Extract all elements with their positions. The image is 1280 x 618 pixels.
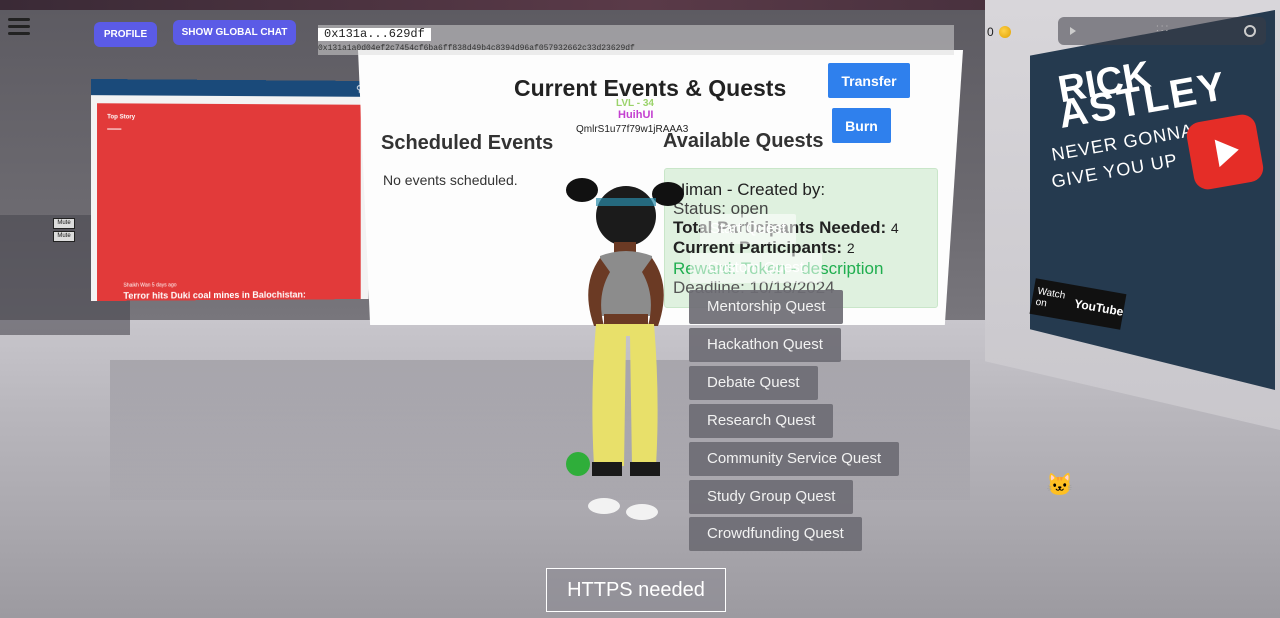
study-group-quest-button[interactable]: Study Group Quest — [689, 480, 854, 514]
custom-quest-button[interactable]: Custom Quest — [690, 253, 822, 283]
cat-sticker-icon: 🐱 — [1046, 472, 1074, 497]
mentorship-quest-button[interactable]: Mentorship Quest — [689, 290, 844, 324]
floor-reflection — [110, 360, 970, 500]
watch-on-label: Watch on — [1034, 285, 1067, 310]
show-global-chat-button[interactable]: SHOW GLOBAL CHAT — [173, 20, 296, 45]
https-notice: HTTPS needed — [546, 568, 726, 612]
media-toolbar[interactable]: ::: — [1058, 17, 1266, 45]
coin-counter: 0 — [987, 25, 1011, 39]
news-panel[interactable]: ⚲ Top Story Shaikh Wan 5 days ago Terror… — [90, 78, 375, 302]
menu-icon-bar — [8, 18, 30, 21]
coin-icon — [998, 26, 1011, 38]
debate-quest-button[interactable]: Debate Quest — [689, 366, 818, 400]
research-quest-button[interactable]: Research Quest — [689, 404, 834, 438]
mute-button-2[interactable]: Mute — [53, 231, 75, 242]
news-headline[interactable]: Terror hits Duki coal mines in Balochist… — [123, 290, 306, 301]
news-top-story-card[interactable]: Top Story Shaikh Wan 5 days ago Terror h… — [97, 103, 361, 301]
transfer-button[interactable]: Transfer — [828, 63, 910, 98]
community-service-quest-button[interactable]: Community Service Quest — [689, 442, 900, 476]
menu-icon-bar — [8, 32, 30, 35]
quest-needed-value: 4 — [890, 220, 899, 236]
start-quest-button[interactable]: Start Quest — [700, 214, 796, 244]
wallet-address-short[interactable]: 0x131a...629df — [318, 28, 431, 41]
menu-icon-bar — [8, 25, 30, 28]
player-level: LVL - 34 — [616, 98, 654, 109]
news-meta: Shaikh Wan 5 days ago — [123, 282, 177, 289]
news-header: ⚲ — [90, 78, 369, 97]
wallet-address-full: 0x131a1a0d04ef2c7454cf6ba6ff838d49b4c839… — [318, 44, 635, 53]
search-icon[interactable] — [1244, 25, 1256, 37]
drag-handle-icon[interactable]: ::: — [1156, 23, 1170, 34]
player-avatar[interactable] — [560, 176, 700, 536]
quest-current-value: 2 — [846, 240, 855, 256]
game-viewport[interactable]: RICK ASTLEY NEVER GONNA GIVE YOU UP Watc… — [0, 0, 1280, 618]
youtube-wordmark: YouTube — [1073, 296, 1125, 319]
menu-icon[interactable] — [8, 18, 30, 36]
play-icon[interactable] — [1070, 27, 1076, 35]
scheduled-events-empty: No events scheduled. — [383, 172, 518, 188]
player-name: HuihUI — [618, 109, 654, 121]
news-section-underline — [107, 128, 122, 130]
hackathon-quest-button[interactable]: Hackathon Quest — [689, 328, 841, 362]
profile-button[interactable]: PROFILE — [94, 22, 157, 47]
news-section-label: Top Story — [107, 114, 136, 121]
player-id: QmlrS1u77f79w1jRAAA3 — [576, 124, 689, 135]
burn-button[interactable]: Burn — [832, 108, 891, 143]
mute-button[interactable]: Mute — [53, 218, 75, 229]
youtube-play-icon[interactable] — [1184, 112, 1266, 192]
scheduled-events-heading: Scheduled Events — [381, 132, 554, 154]
crowdfunding-quest-button[interactable]: Crowdfunding Quest — [689, 517, 862, 551]
coin-count: 0 — [987, 25, 994, 39]
